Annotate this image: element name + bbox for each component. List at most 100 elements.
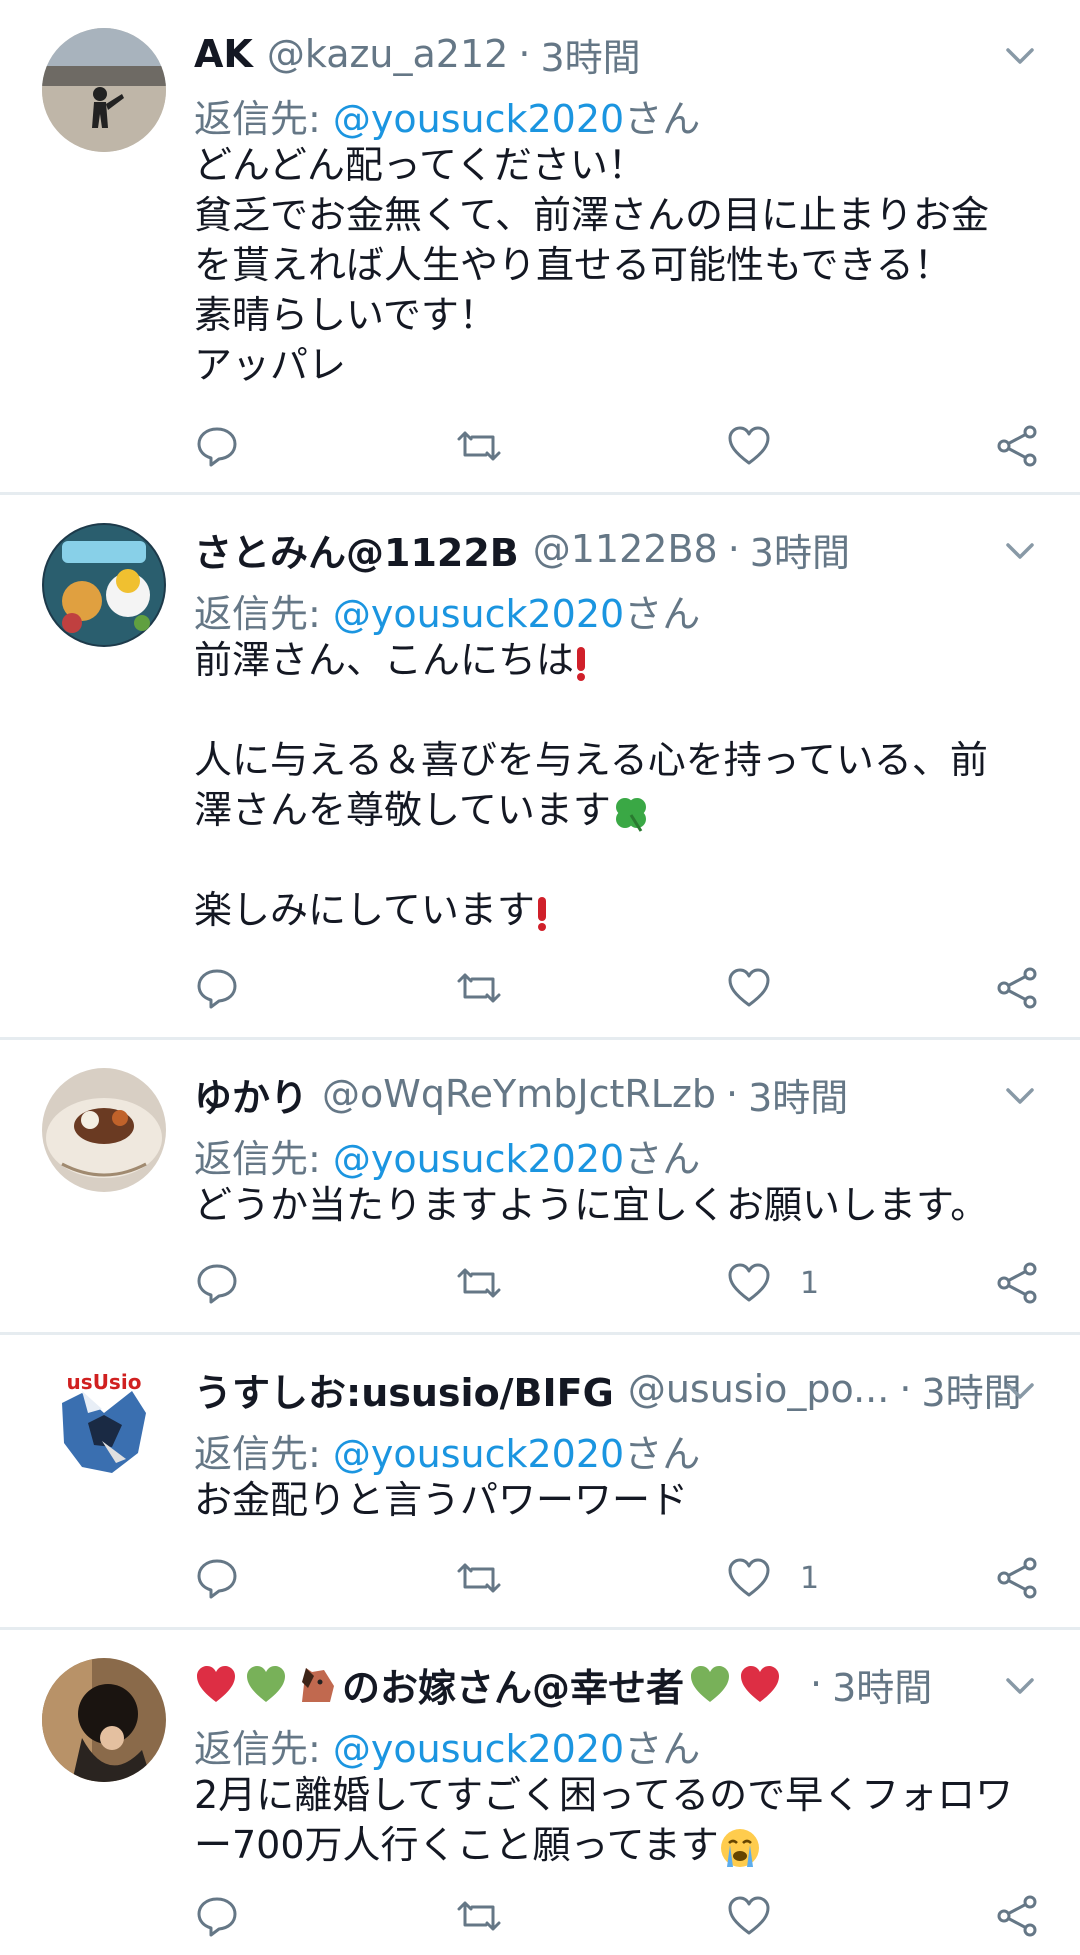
tweet[interactable]: さとみん@1122B @1122B8 · 3時間 返信先: @yousuck20… bbox=[0, 495, 1080, 1040]
separator: · bbox=[810, 1662, 823, 1706]
reply-button[interactable] bbox=[194, 1888, 240, 1944]
like-button[interactable] bbox=[726, 1888, 800, 1944]
heart-icon bbox=[728, 968, 770, 1007]
reply-to-line: 返信先: @yousuck2020さん bbox=[194, 1128, 700, 1183]
retweet-button[interactable] bbox=[456, 1888, 502, 1944]
reply-prefix: 返信先: bbox=[194, 1137, 333, 1181]
chevron-down-icon[interactable] bbox=[1000, 1666, 1040, 1706]
avatar[interactable] bbox=[42, 1658, 166, 1782]
tweet-text-content: どんどん配ってください！ 貧乏でお金無くて、前澤さんの目に止まりお金 を貰えれば… bbox=[194, 143, 989, 387]
display-name[interactable]: のお嫁さん@幸せ者 bbox=[342, 1657, 684, 1712]
tweet-text: 前澤さん、こんにちは 人に与える＆喜びを与える心を持っている、前 澤さんを尊敬し… bbox=[194, 635, 1040, 935]
avatar[interactable]: usUsio bbox=[42, 1363, 166, 1487]
reply-suffix: さん bbox=[624, 592, 701, 636]
reply-suffix: さん bbox=[624, 1432, 701, 1476]
retweet-button[interactable] bbox=[456, 960, 502, 1016]
tweet-actions bbox=[194, 960, 1040, 1016]
tweet-text-line: 人に与える＆喜びを与える心を持っている、前 澤さんを尊敬しています bbox=[194, 738, 988, 832]
share-icon bbox=[997, 967, 1037, 1009]
tweet-header: のお嫁さん@幸せ者 · 3時間 bbox=[194, 1658, 932, 1710]
share-button[interactable] bbox=[994, 1888, 1040, 1944]
retweet-button[interactable] bbox=[456, 1550, 502, 1606]
reply-suffix: さん bbox=[624, 1137, 701, 1181]
chevron-down-icon[interactable] bbox=[1000, 1076, 1040, 1116]
share-button[interactable] bbox=[994, 418, 1040, 474]
tweet-header: うすしお:ususio/BIFG @ususio_po... · 3時間 bbox=[194, 1363, 1022, 1415]
heart-icon bbox=[728, 426, 770, 465]
heart-icon bbox=[728, 1558, 770, 1597]
reply-button[interactable] bbox=[194, 1550, 240, 1606]
like-button[interactable]: 1 bbox=[726, 1550, 819, 1606]
user-handle[interactable]: @oWqReYmbJctRLzb bbox=[322, 1072, 716, 1116]
tweet[interactable]: AK @kazu_a212 · 3時間 返信先: @yousuck2020さん … bbox=[0, 0, 1080, 495]
separator: · bbox=[727, 527, 740, 571]
timestamp[interactable]: 3時間 bbox=[540, 27, 640, 82]
like-button[interactable] bbox=[726, 418, 800, 474]
timestamp[interactable]: 3時間 bbox=[750, 522, 850, 577]
reply-mention-link[interactable]: @yousuck2020 bbox=[333, 1432, 624, 1476]
share-icon bbox=[997, 1262, 1037, 1304]
tweet-header: さとみん@1122B @1122B8 · 3時間 bbox=[194, 523, 850, 575]
reply-to-line: 返信先: @yousuck2020さん bbox=[194, 583, 700, 638]
avatar-image: usUsio bbox=[42, 1363, 166, 1487]
share-button[interactable] bbox=[994, 1550, 1040, 1606]
heart-icon bbox=[728, 1896, 770, 1935]
reply-mention-link[interactable]: @yousuck2020 bbox=[333, 1137, 624, 1181]
retweet-button[interactable] bbox=[456, 418, 502, 474]
reply-mention-link[interactable]: @yousuck2020 bbox=[333, 97, 624, 141]
reply-to-line: 返信先: @yousuck2020さん bbox=[194, 1423, 700, 1478]
tweet-actions: 1 bbox=[194, 1550, 1040, 1606]
display-name[interactable]: ゆかり bbox=[194, 1067, 308, 1122]
chevron-down-icon[interactable] bbox=[1000, 36, 1040, 76]
tweet[interactable]: ゆかり @oWqReYmbJctRLzb · 3時間 返信先: @yousuck… bbox=[0, 1040, 1080, 1335]
share-icon bbox=[997, 1895, 1037, 1937]
display-name[interactable]: うすしお:ususio/BIFG bbox=[194, 1362, 614, 1417]
reply-prefix: 返信先: bbox=[194, 1727, 333, 1771]
reply-mention-link[interactable]: @yousuck2020 bbox=[333, 1727, 624, 1771]
tweet-text: 2月に離婚してすごく困ってるので早くフォロワ ー700万人行くこと願ってます bbox=[194, 1770, 1040, 1870]
reply-button[interactable] bbox=[194, 418, 240, 474]
share-icon bbox=[997, 1557, 1037, 1599]
reply-icon bbox=[197, 1897, 237, 1937]
reply-button[interactable] bbox=[194, 960, 240, 1016]
chevron-down-icon[interactable] bbox=[1000, 1371, 1040, 1411]
like-button[interactable] bbox=[726, 960, 800, 1016]
reply-button[interactable] bbox=[194, 1255, 240, 1311]
retweet-icon bbox=[457, 973, 501, 1003]
separator: · bbox=[726, 1072, 739, 1116]
exclamation-emoji-icon bbox=[577, 646, 586, 681]
green-heart-emoji-icon bbox=[247, 1666, 285, 1702]
retweet-button[interactable] bbox=[456, 1255, 502, 1311]
timestamp[interactable]: 3時間 bbox=[832, 1657, 932, 1712]
user-handle[interactable]: @ususio_po... bbox=[628, 1367, 890, 1411]
display-name[interactable]: AK bbox=[194, 32, 253, 76]
tweet-actions bbox=[194, 1888, 1040, 1944]
reply-icon bbox=[197, 427, 237, 467]
tweet-text-content: お金配りと言うパワーワード bbox=[194, 1478, 689, 1522]
reply-mention-link[interactable]: @yousuck2020 bbox=[333, 592, 624, 636]
reply-icon bbox=[197, 1264, 237, 1304]
timestamp[interactable]: 3時間 bbox=[748, 1067, 848, 1122]
avatar[interactable] bbox=[42, 28, 166, 152]
tweet-actions: 1 bbox=[194, 1255, 1040, 1311]
four-leaf-clover-emoji-icon bbox=[615, 797, 646, 832]
like-button[interactable]: 1 bbox=[726, 1255, 819, 1311]
tweet-header: AK @kazu_a212 · 3時間 bbox=[194, 28, 641, 80]
user-handle[interactable]: @kazu_a212 bbox=[267, 32, 508, 76]
avatar[interactable] bbox=[42, 1068, 166, 1192]
tweet[interactable]: のお嫁さん@幸せ者 · 3時間 返信先: @yousuck2020さん 2月に離… bbox=[0, 1630, 1080, 1955]
tweet-text-line: 前澤さん、こんにちは bbox=[194, 638, 575, 682]
user-handle[interactable]: @1122B8 bbox=[533, 527, 718, 571]
reply-icon bbox=[197, 1559, 237, 1599]
avatar[interactable] bbox=[42, 523, 166, 647]
share-button[interactable] bbox=[994, 960, 1040, 1016]
display-name[interactable]: さとみん@1122B bbox=[194, 522, 519, 577]
green-heart-emoji-icon bbox=[691, 1666, 730, 1702]
tweet[interactable]: usUsio うすしお:ususio/BIFG @ususio_po... · … bbox=[0, 1335, 1080, 1630]
red-heart-emoji-icon bbox=[197, 1666, 235, 1702]
horse-face-emoji-icon bbox=[302, 1668, 334, 1702]
chevron-down-icon[interactable] bbox=[1000, 531, 1040, 571]
share-button[interactable] bbox=[994, 1255, 1040, 1311]
avatar-image bbox=[42, 1068, 166, 1192]
retweet-icon bbox=[457, 1563, 501, 1593]
